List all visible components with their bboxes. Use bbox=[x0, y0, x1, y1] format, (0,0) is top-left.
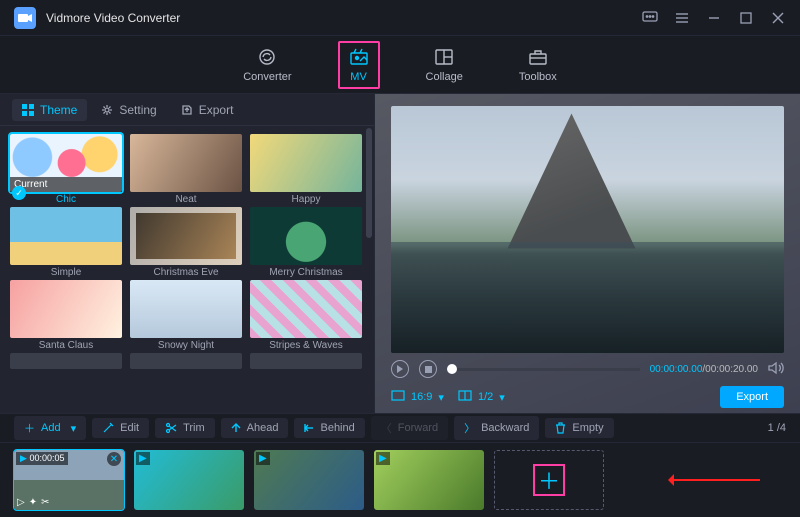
action-bar: ＋ Add ▾ Edit Trim Ahead Behind 〈Forward … bbox=[0, 413, 800, 443]
maximize-icon[interactable] bbox=[738, 10, 754, 26]
ahead-icon bbox=[231, 423, 241, 433]
preview-panel: 00:00:00.00/00:00:20.00 16:9 ▾ 1/2 ▾ bbox=[375, 94, 800, 413]
export-button[interactable]: Export bbox=[720, 386, 784, 408]
forward-icon: 〈 bbox=[381, 420, 392, 436]
plus-icon: ＋ bbox=[533, 464, 565, 496]
tab-export-label: Export bbox=[199, 103, 234, 117]
edit-button[interactable]: Edit bbox=[92, 418, 149, 438]
theme-happy[interactable]: Happy bbox=[250, 134, 362, 205]
scrollbar[interactable] bbox=[366, 128, 372, 413]
theme-merry-christmas[interactable]: Merry Christmas bbox=[250, 207, 362, 278]
theme-stripes-waves[interactable]: Stripes & Waves bbox=[250, 280, 362, 351]
add-clip-slot[interactable]: ＋ bbox=[494, 450, 604, 510]
theme-neat[interactable]: Neat bbox=[130, 134, 242, 205]
mv-icon bbox=[348, 47, 370, 67]
theme-snowy-night[interactable]: Snowy Night bbox=[130, 280, 242, 351]
theme-panel: Theme Setting Export Current✓ Chic Neat … bbox=[0, 94, 375, 413]
timecode: 00:00:00.00/00:00:20.00 bbox=[650, 364, 758, 375]
clip-1[interactable]: ▶ 00:00:05 ✕ ▷ ✦ ✂ bbox=[14, 450, 124, 510]
tab-theme[interactable]: Theme bbox=[12, 99, 87, 121]
wand-icon bbox=[102, 422, 114, 434]
play-icon[interactable]: ▷ bbox=[17, 497, 25, 508]
app-title: Vidmore Video Converter bbox=[46, 11, 180, 25]
menu-icon[interactable] bbox=[674, 10, 690, 26]
clip-3[interactable]: ▶ bbox=[254, 450, 364, 510]
aspect-ratio-selector[interactable]: 16:9 ▾ bbox=[391, 390, 444, 404]
titlebar: Vidmore Video Converter bbox=[0, 0, 800, 36]
chevron-down-icon: ▾ bbox=[71, 422, 77, 435]
clip-duration: ▶ 00:00:05 bbox=[16, 452, 68, 465]
stop-button[interactable] bbox=[419, 360, 437, 378]
clip-2[interactable]: ▶ bbox=[134, 450, 244, 510]
feedback-icon[interactable] bbox=[642, 10, 658, 26]
nav-collage[interactable]: Collage bbox=[416, 41, 473, 89]
split-selector[interactable]: 1/2 ▾ bbox=[458, 390, 505, 404]
chevron-down-icon: ▾ bbox=[438, 391, 444, 404]
annotation-arrow bbox=[670, 479, 760, 481]
aspect-icon bbox=[391, 390, 405, 404]
video-indicator-icon: ▶ bbox=[376, 452, 390, 465]
theme-simple[interactable]: Simple bbox=[10, 207, 122, 278]
clip-counter: 1 /4 bbox=[768, 422, 786, 434]
theme-more-2[interactable] bbox=[130, 353, 242, 369]
tab-setting-label: Setting bbox=[119, 103, 156, 117]
left-tabs: Theme Setting Export bbox=[0, 94, 374, 126]
current-tag: Current bbox=[10, 177, 122, 192]
video-indicator-icon: ▶ bbox=[136, 452, 150, 465]
theme-grid[interactable]: Current✓ Chic Neat Happy Simple Christma… bbox=[0, 126, 374, 413]
plus-icon: ＋ bbox=[24, 420, 35, 436]
wand-icon[interactable]: ✦ bbox=[29, 497, 37, 508]
clip-strip: ▶ 00:00:05 ✕ ▷ ✦ ✂ ▶ ▶ ▶ ＋ bbox=[0, 443, 800, 517]
collage-icon bbox=[433, 47, 455, 67]
theme-more-3[interactable] bbox=[250, 353, 362, 369]
clip-4[interactable]: ▶ bbox=[374, 450, 484, 510]
trash-icon bbox=[555, 422, 566, 434]
nav-toolbox[interactable]: Toolbox bbox=[509, 41, 567, 89]
behind-button[interactable]: Behind bbox=[294, 418, 364, 438]
backward-button[interactable]: 〉Backward bbox=[454, 416, 539, 440]
close-icon[interactable] bbox=[770, 10, 786, 26]
check-icon: ✓ bbox=[12, 186, 26, 200]
tab-export[interactable]: Export bbox=[171, 99, 244, 121]
volume-icon[interactable] bbox=[768, 361, 784, 377]
backward-icon: 〉 bbox=[464, 420, 475, 436]
timeline-scrubber[interactable] bbox=[447, 368, 640, 371]
video-preview[interactable] bbox=[391, 106, 784, 353]
remove-clip-icon[interactable]: ✕ bbox=[107, 452, 121, 466]
theme-chic[interactable]: Current✓ Chic bbox=[10, 134, 122, 205]
add-button[interactable]: ＋ Add ▾ bbox=[14, 416, 86, 440]
theme-more-1[interactable] bbox=[10, 353, 122, 369]
ahead-button[interactable]: Ahead bbox=[221, 418, 289, 438]
clip-controls: ▷ ✦ ✂ bbox=[17, 497, 49, 508]
empty-button[interactable]: Empty bbox=[545, 418, 613, 438]
play-button[interactable] bbox=[391, 360, 409, 378]
split-icon bbox=[458, 390, 472, 404]
nav-mv[interactable]: MV bbox=[338, 41, 380, 89]
scissors-icon bbox=[165, 422, 177, 434]
chevron-down-icon: ▾ bbox=[499, 391, 505, 404]
trim-button[interactable]: Trim bbox=[155, 418, 215, 438]
app-logo bbox=[14, 7, 36, 29]
main-nav: Converter MV Collage Toolbox bbox=[0, 36, 800, 94]
minimize-icon[interactable] bbox=[706, 10, 722, 26]
grid-icon bbox=[22, 104, 34, 116]
theme-santa-claus[interactable]: Santa Claus bbox=[10, 280, 122, 351]
gear-icon bbox=[101, 104, 113, 116]
tab-theme-label: Theme bbox=[40, 103, 77, 117]
toolbox-icon bbox=[527, 47, 549, 67]
export-icon bbox=[181, 104, 193, 116]
behind-icon bbox=[304, 423, 314, 433]
converter-icon bbox=[256, 47, 278, 67]
theme-christmas-eve[interactable]: Christmas Eve bbox=[130, 207, 242, 278]
scissors-icon[interactable]: ✂ bbox=[41, 497, 49, 508]
nav-converter[interactable]: Converter bbox=[233, 41, 301, 89]
tab-setting[interactable]: Setting bbox=[91, 99, 166, 121]
forward-button: 〈Forward bbox=[371, 416, 448, 440]
video-indicator-icon: ▶ bbox=[256, 452, 270, 465]
